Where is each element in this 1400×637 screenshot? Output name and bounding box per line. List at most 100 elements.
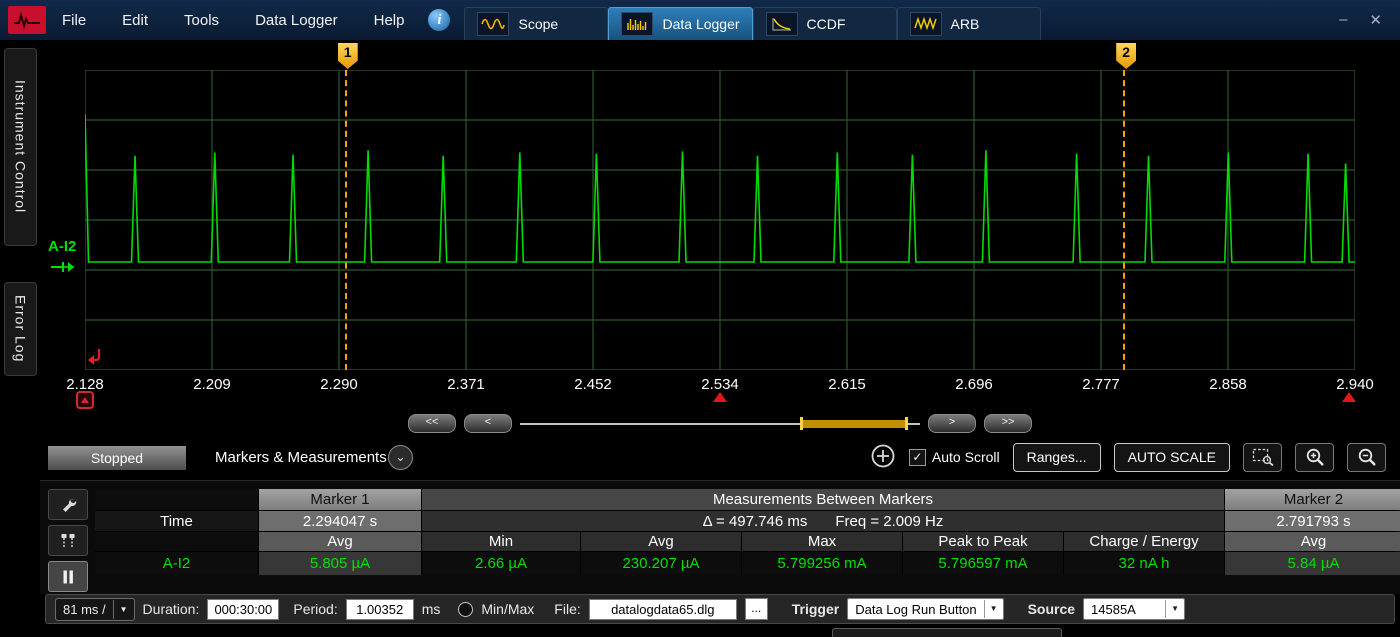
tab-label: Scope xyxy=(518,16,559,32)
info-icon[interactable]: i xyxy=(428,9,451,31)
trigger-value: Data Log Run Button xyxy=(855,601,977,617)
menu-file[interactable]: File xyxy=(62,12,86,29)
ranges-button[interactable]: Ranges... xyxy=(1012,442,1101,472)
menu-help[interactable]: Help xyxy=(374,12,405,29)
delta-value: Δ = 497.746 ms xyxy=(702,512,808,530)
file-browse-button[interactable]: ... xyxy=(744,598,768,620)
file-label: File: xyxy=(554,601,581,617)
marker-1-line[interactable]: 1 xyxy=(337,43,358,370)
marker2-avg-header: Avg xyxy=(1225,532,1400,551)
scroll-first-button[interactable]: << xyxy=(408,414,456,433)
view-tabs: Scope Data Logger CCDF ARB xyxy=(464,7,1041,40)
pause-bars-button[interactable] xyxy=(48,561,88,592)
scroll-track[interactable] xyxy=(520,415,920,432)
auto-scale-button[interactable]: AUTO SCALE xyxy=(1113,442,1230,472)
scroll-view-range[interactable] xyxy=(800,420,908,428)
between-markers-header: Measurements Between Markers xyxy=(422,489,1224,510)
menu-tools[interactable]: Tools xyxy=(184,12,219,29)
x-tick-label: 2.615 xyxy=(828,376,866,393)
panel-selector-dropdown[interactable]: ⌄ xyxy=(388,445,413,470)
tab-label: CCDF xyxy=(806,16,846,32)
peak-to-peak-value: 5.796597 mA xyxy=(903,552,1063,575)
marker-1-flag[interactable]: 1 xyxy=(337,43,358,69)
time-row-label: Time xyxy=(95,511,258,531)
trace-label: A-I2 xyxy=(48,238,77,255)
close-button[interactable]: ✕ xyxy=(1369,11,1382,29)
tab-label: ARB xyxy=(950,16,980,32)
scroll-nav: << < > >> xyxy=(40,413,1400,434)
chevron-down-icon: ▼ xyxy=(983,600,1003,618)
avg-value: 230.207 µA xyxy=(581,552,741,575)
trigger-combobox[interactable]: Data Log Run Button ▼ xyxy=(847,598,1004,620)
minmax-checkbox[interactable] xyxy=(458,601,474,617)
chart-region: A-I2 12 2.128 2.209 2.290 2.371 2.452 2.534 2.… xyxy=(40,40,1400,414)
x-tick-label: 2.290 xyxy=(320,376,358,393)
markers-tool-button[interactable] xyxy=(48,525,88,556)
between-time-cell: Δ = 497.746 ms Freq = 2.009 Hz xyxy=(422,511,1224,531)
peak-to-peak-header: Peak to Peak xyxy=(903,532,1063,551)
logger-bars-icon xyxy=(621,12,654,36)
measurement-tools xyxy=(48,489,88,592)
tab-data-logger[interactable]: Data Logger xyxy=(608,7,753,40)
duration-input[interactable] xyxy=(207,598,280,620)
trigger-label: Trigger xyxy=(791,601,840,617)
title-bar: File Edit Tools Data Logger Help i Scope xyxy=(0,0,1400,40)
trace-row-label: A-I2 xyxy=(95,552,258,575)
trigger-start-icon[interactable] xyxy=(76,391,94,409)
scroll-range-left-cap[interactable] xyxy=(800,417,803,430)
event-marker-icon xyxy=(713,392,727,402)
timebase-value: 81 ms / xyxy=(63,601,106,617)
left-sidebar: Instrument Control Error Log xyxy=(0,40,40,637)
sidebar-tab-error-log[interactable]: Error Log xyxy=(4,282,37,376)
ccdf-curve-icon xyxy=(765,12,798,36)
add-marker-icon[interactable] xyxy=(870,443,896,472)
menu-data-logger[interactable]: Data Logger xyxy=(255,12,338,29)
period-label: Period: xyxy=(293,601,338,617)
scroll-prev-button[interactable]: < xyxy=(464,414,512,433)
marker2-time: 2.791793 s xyxy=(1225,511,1400,531)
logger-settings-bar: 81 ms / ▼ Duration: Period: ms Min/Max F… xyxy=(45,594,1395,624)
zoom-out-button[interactable] xyxy=(1347,442,1386,472)
marker-2-line[interactable]: 2 xyxy=(1116,43,1137,370)
trace-probe-icon[interactable] xyxy=(50,258,76,279)
max-header: Max xyxy=(742,532,902,551)
period-input[interactable] xyxy=(345,598,414,620)
zoom-in-button[interactable] xyxy=(1295,442,1334,472)
tab-arb[interactable]: ARB xyxy=(896,7,1041,40)
chevron-down-icon: ▼ xyxy=(112,599,134,619)
period-unit-label: ms xyxy=(421,601,441,617)
timebase-combobox[interactable]: 81 ms / ▼ xyxy=(55,597,135,621)
tab-ccdf[interactable]: CCDF xyxy=(752,7,897,40)
table-filler-cell xyxy=(95,532,258,551)
table-corner-cell xyxy=(95,489,258,510)
panel-selector-label: Markers & Measurements xyxy=(215,449,387,466)
minmax-label: Min/Max xyxy=(481,601,535,617)
marker-2-flag[interactable]: 2 xyxy=(1116,43,1137,69)
scroll-range-right-cap[interactable] xyxy=(905,417,908,430)
marquee-zoom-button[interactable] xyxy=(1243,442,1282,472)
marker2-avg-value: 5.84 µA xyxy=(1225,552,1400,575)
tab-label: Data Logger xyxy=(662,16,740,32)
file-input[interactable] xyxy=(588,598,737,620)
event-marker-icon xyxy=(1341,392,1356,402)
min-value: 2.66 µA xyxy=(422,552,580,575)
x-tick-label: 2.858 xyxy=(1209,376,1247,393)
scroll-next-button[interactable]: > xyxy=(928,414,976,433)
source-combobox[interactable]: 14585A ▼ xyxy=(1083,598,1186,620)
auto-scroll-checkbox[interactable]: ✓ xyxy=(908,448,926,466)
logger-toolbar: Stopped Markers & Measurements ⌄ ✓ Auto … xyxy=(40,436,1400,478)
plot-area[interactable]: 12 xyxy=(85,43,1355,370)
app-window: File Edit Tools Data Logger Help i Scope xyxy=(0,0,1400,637)
menu-edit[interactable]: Edit xyxy=(122,12,148,29)
scroll-last-button[interactable]: >> xyxy=(984,414,1032,433)
x-tick-label: 2.452 xyxy=(574,376,612,393)
auto-scroll-label: Auto Scroll xyxy=(931,449,1000,465)
arb-wave-icon xyxy=(909,12,942,36)
sidebar-tab-instrument-control[interactable]: Instrument Control xyxy=(4,48,37,246)
tab-scope[interactable]: Scope xyxy=(464,7,609,40)
source-value: 14585A xyxy=(1091,601,1136,617)
marker1-avg-header: Avg xyxy=(259,532,421,551)
min-header: Min xyxy=(422,532,580,551)
properties-wrench-button[interactable] xyxy=(48,489,88,520)
minimize-button[interactable]: – xyxy=(1339,11,1347,29)
